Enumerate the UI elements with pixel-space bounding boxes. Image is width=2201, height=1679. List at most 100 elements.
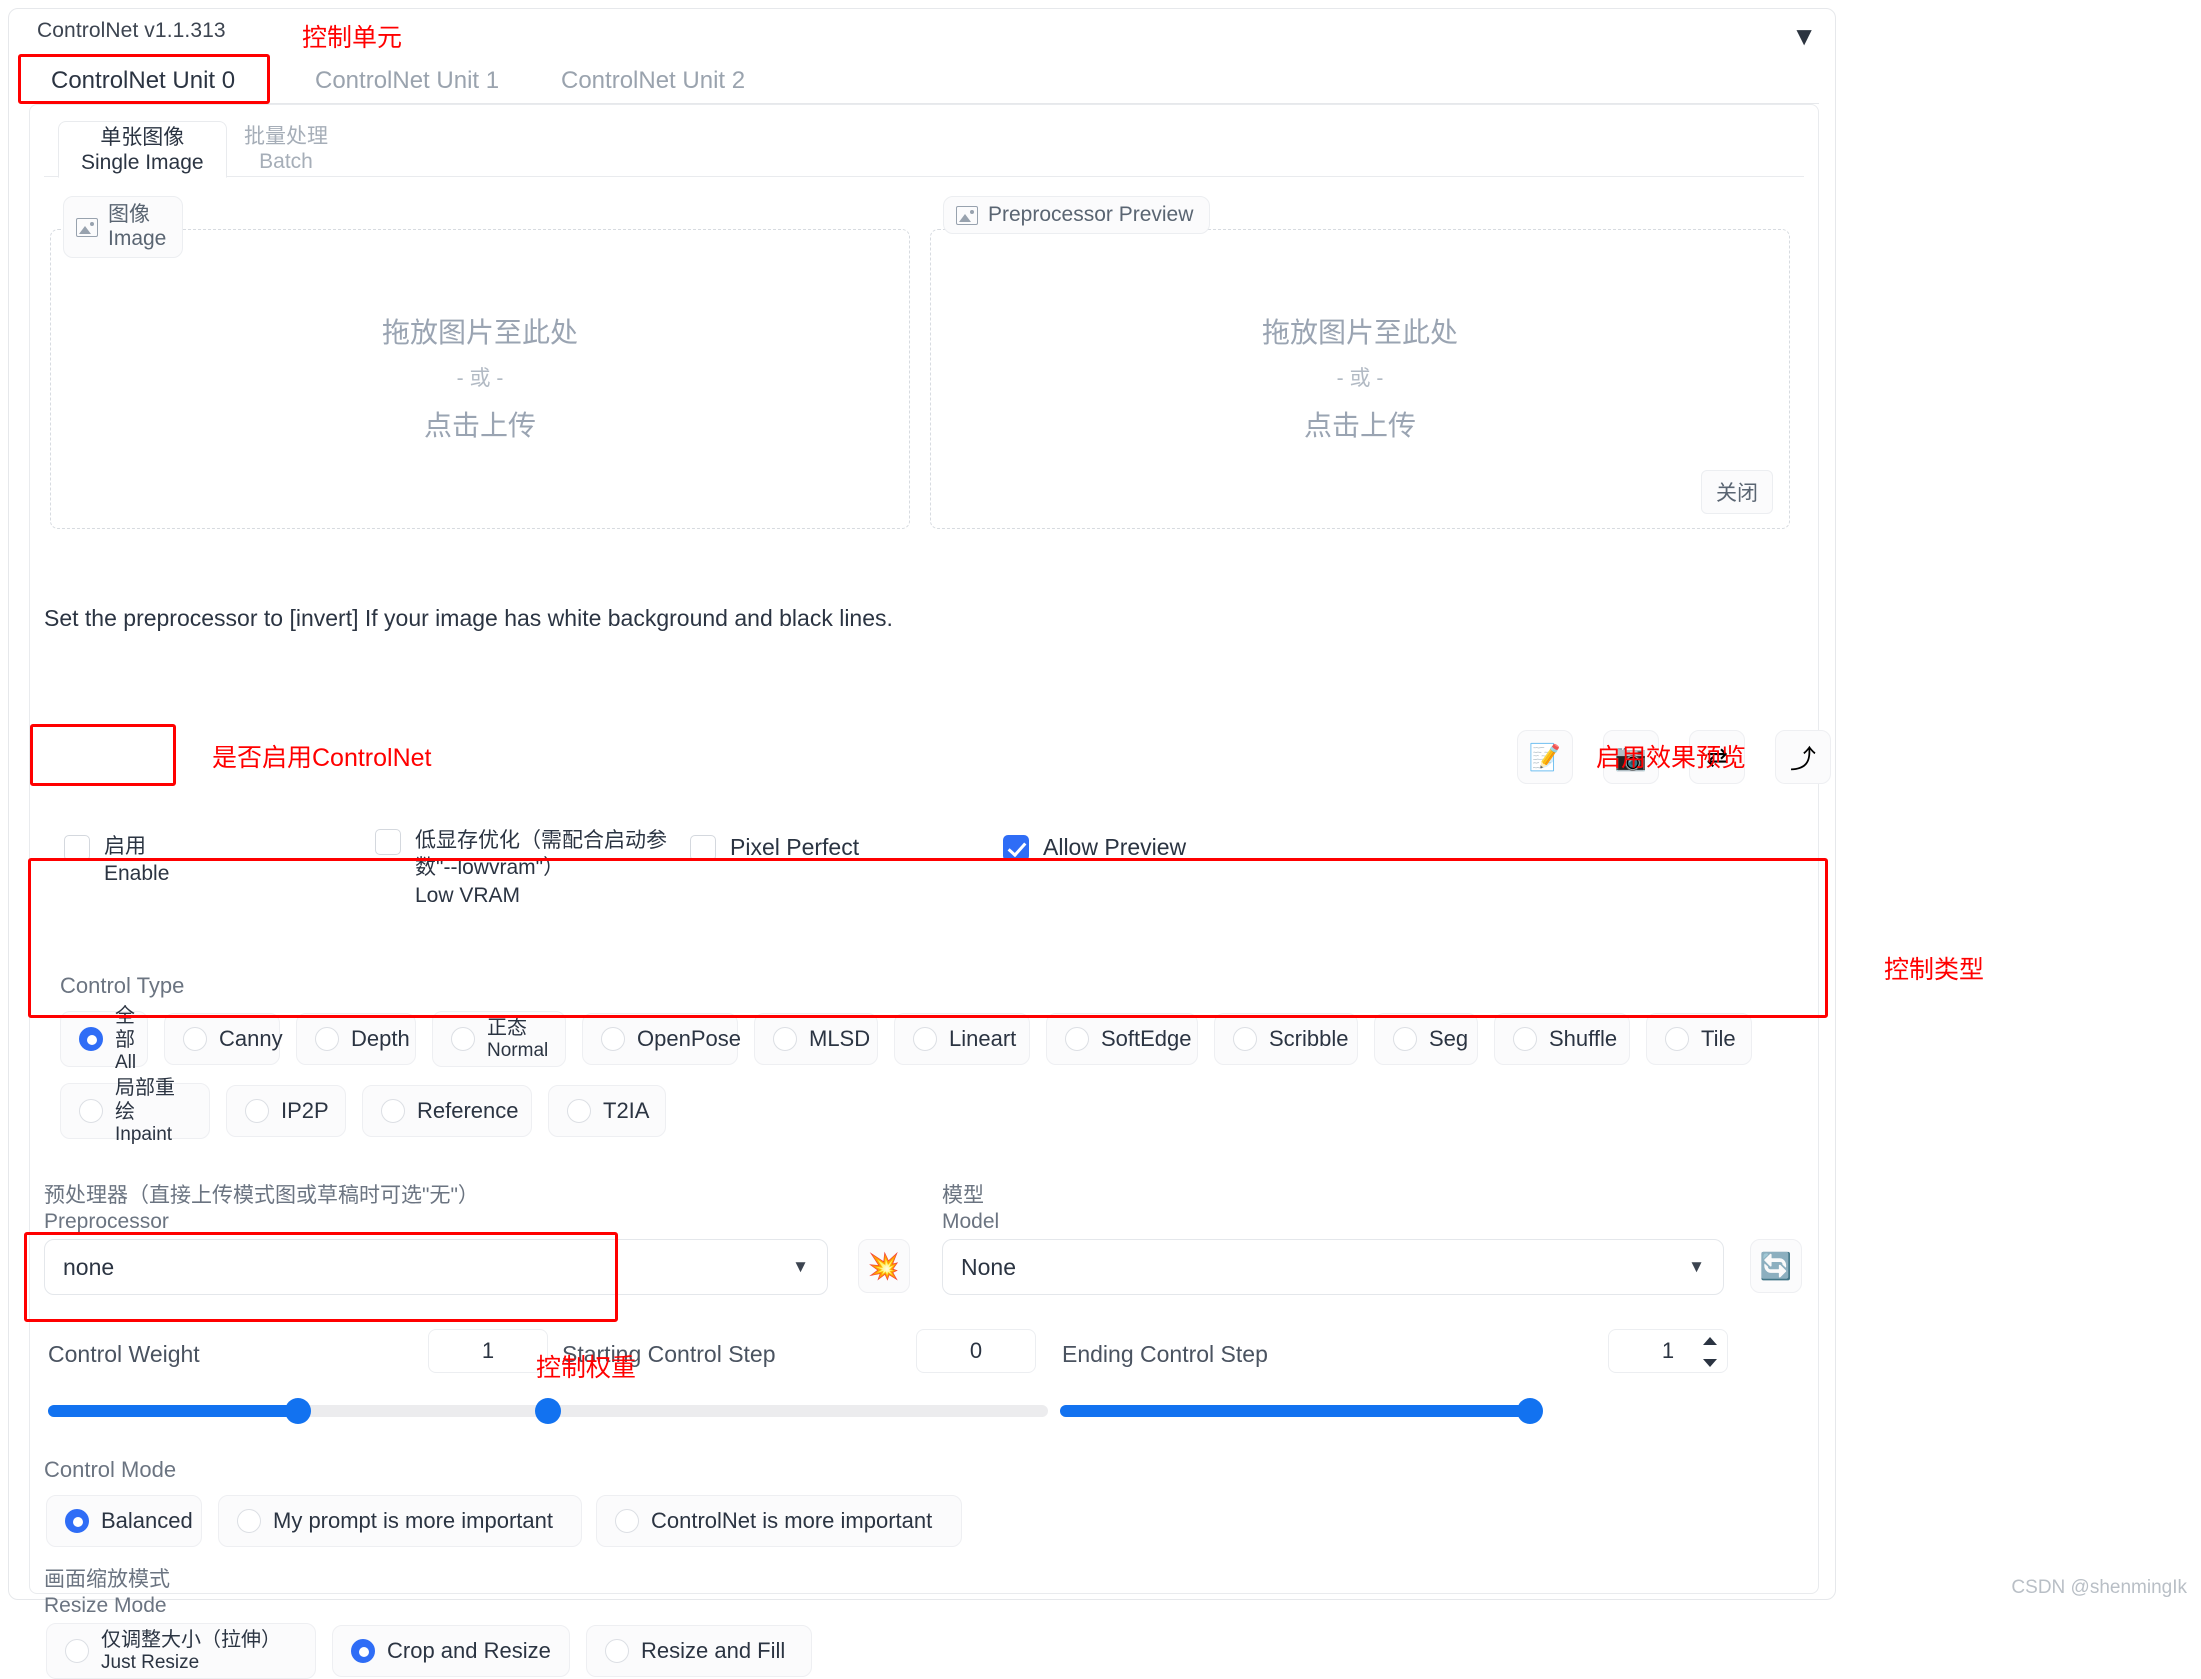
control-mode-controlnet-important[interactable]: ControlNet is more important (596, 1495, 962, 1547)
watermark-text: CSDN @shenmingIk (2011, 1577, 2187, 1598)
tab-single-image[interactable]: 单张图像 Single Image (58, 121, 227, 178)
control-mode-prompt-important[interactable]: My prompt is more important (218, 1495, 582, 1547)
pixel-perfect-label: Pixel Perfect (730, 834, 860, 860)
control-type-normal-label-en: Normal (487, 1039, 549, 1061)
control-type-all-radio[interactable] (79, 1027, 103, 1051)
control-type-t2ia[interactable]: T2IA (548, 1085, 666, 1137)
control-mode-balanced-radio[interactable] (65, 1509, 89, 1533)
control-type-tile-radio[interactable] (1665, 1027, 1689, 1051)
control-type-normal-radio[interactable] (451, 1027, 475, 1051)
control-type-reference[interactable]: Reference (362, 1085, 532, 1137)
control-type-shuffle-radio[interactable] (1513, 1027, 1537, 1051)
image-dropzone[interactable]: 图像 Image 拖放图片至此处 - 或 - 点击上传 (50, 196, 910, 529)
preprocessor-value: none (63, 1253, 115, 1280)
resize-mode-just-resize[interactable]: 仅调整大小（拉伸） Just Resize (46, 1623, 316, 1679)
control-type-depth-radio[interactable] (315, 1027, 339, 1051)
control-type-ip2p-radio[interactable] (245, 1099, 269, 1123)
tab-controlnet-unit-0[interactable]: ControlNet Unit 0 (37, 57, 249, 104)
preprocessor-select[interactable]: none ▼ (44, 1239, 828, 1295)
control-type-openpose-radio[interactable] (601, 1027, 625, 1051)
low-vram-label-en: Low VRAM (415, 883, 521, 907)
stepper-down-icon[interactable] (1703, 1359, 1717, 1367)
control-type-depth-label: Depth (351, 1025, 410, 1051)
control-type-mlsd-radio[interactable] (773, 1027, 797, 1051)
control-type-normal[interactable]: 正态 Normal (432, 1011, 566, 1067)
starting-step-slider[interactable] (535, 1398, 1048, 1424)
control-type-seg-radio[interactable] (1393, 1027, 1417, 1051)
preview-drop-line3[interactable]: 点击上传 (931, 399, 1789, 452)
refresh-models-button[interactable]: 🔄 (1750, 1239, 1802, 1293)
low-vram-checkbox-box[interactable] (375, 829, 401, 855)
tab-controlnet-unit-1[interactable]: ControlNet Unit 1 (301, 57, 513, 104)
resize-mode-crop-and-resize[interactable]: Crop and Resize (332, 1625, 570, 1677)
control-type-lineart[interactable]: Lineart (894, 1013, 1030, 1065)
enable-checkbox-box[interactable] (64, 835, 90, 861)
control-type-inpaint-radio[interactable] (79, 1099, 103, 1123)
resize-mode-resize-and-fill[interactable]: Resize and Fill (586, 1625, 812, 1677)
enable-checkbox[interactable]: 启用 Enable (64, 833, 169, 888)
control-weight-slider-knob[interactable] (285, 1398, 311, 1424)
tab-batch[interactable]: 批量处理 Batch (222, 121, 350, 178)
stepper-up-icon[interactable] (1703, 1337, 1717, 1345)
annotation-preview: 启用效果预览 (1596, 744, 1747, 772)
ending-step-slider[interactable] (1060, 1398, 1543, 1424)
ending-step-stepper[interactable] (1703, 1337, 1719, 1367)
resize-mode-crop-and-resize-label: Crop and Resize (387, 1637, 551, 1663)
pixel-perfect-checkbox-box[interactable] (690, 835, 716, 861)
control-weight-value[interactable]: 1 (428, 1329, 548, 1373)
control-type-canny[interactable]: Canny (164, 1013, 283, 1065)
control-weight-slider[interactable] (48, 1398, 548, 1424)
preprocessor-preview-dropzone[interactable]: Preprocessor Preview 拖放图片至此处 - 或 - 点击上传 … (930, 196, 1790, 529)
control-type-scribble[interactable]: Scribble (1214, 1013, 1358, 1065)
control-type-ip2p[interactable]: IP2P (226, 1085, 346, 1137)
control-type-tile[interactable]: Tile (1646, 1013, 1752, 1065)
resize-mode-just-resize-radio[interactable] (65, 1639, 89, 1663)
allow-preview-checkbox-box[interactable] (1003, 835, 1029, 861)
ending-step-slider-fill (1060, 1405, 1530, 1417)
undo-icon[interactable]: ⤴ (1775, 730, 1831, 784)
control-type-t2ia-radio[interactable] (567, 1099, 591, 1123)
pixel-perfect-checkbox[interactable]: Pixel Perfect (690, 833, 859, 863)
preview-dropzone-text: 拖放图片至此处 - 或 - 点击上传 (931, 306, 1789, 452)
ending-step-value[interactable]: 1 (1608, 1329, 1728, 1373)
resize-mode-crop-and-resize-radio[interactable] (351, 1639, 375, 1663)
control-type-shuffle[interactable]: Shuffle (1494, 1013, 1630, 1065)
enable-label-en: Enable (104, 862, 170, 886)
control-type-seg[interactable]: Seg (1374, 1013, 1478, 1065)
control-mode-balanced[interactable]: Balanced (46, 1495, 202, 1547)
resize-mode-resize-and-fill-radio[interactable] (605, 1639, 629, 1663)
control-type-scribble-radio[interactable] (1233, 1027, 1257, 1051)
close-preview-button[interactable]: 关闭 (1701, 470, 1773, 514)
ending-step-slider-knob[interactable] (1517, 1398, 1543, 1424)
control-type-openpose[interactable]: OpenPose (582, 1013, 741, 1065)
control-type-depth[interactable]: Depth (296, 1013, 416, 1065)
model-select[interactable]: None ▼ (942, 1239, 1724, 1295)
control-mode-controlnet-important-radio[interactable] (615, 1509, 639, 1533)
control-type-shuffle-label: Shuffle (1549, 1025, 1618, 1051)
run-preprocessor-button[interactable]: 💥 (858, 1239, 910, 1293)
control-type-softedge-radio[interactable] (1065, 1027, 1089, 1051)
control-type-canny-radio[interactable] (183, 1027, 207, 1051)
control-type-lineart-radio[interactable] (913, 1027, 937, 1051)
control-type-mlsd[interactable]: MLSD (754, 1013, 878, 1065)
collapse-caret-icon[interactable]: ▼ (1791, 23, 1817, 49)
image-drop-line3[interactable]: 点击上传 (51, 399, 909, 452)
control-type-reference-radio[interactable] (381, 1099, 405, 1123)
starting-step-value[interactable]: 0 (916, 1329, 1036, 1373)
control-type-softedge[interactable]: SoftEdge (1046, 1013, 1198, 1065)
tab-controlnet-unit-2[interactable]: ControlNet Unit 2 (547, 57, 759, 104)
unit-content-panel: 单张图像 Single Image 批量处理 Batch 图像 Image 拖放… (29, 104, 1831, 1679)
control-mode-prompt-important-radio[interactable] (237, 1509, 261, 1533)
image-chip-label-en: Image (108, 227, 167, 251)
starting-step-slider-knob[interactable] (535, 1398, 561, 1424)
annotation-enable: 是否启用ControlNet (212, 744, 432, 772)
model-label-en: Model (942, 1210, 1000, 1234)
edit-icon[interactable]: 📝 (1517, 730, 1573, 784)
control-type-inpaint[interactable]: 局部重绘 Inpaint (60, 1077, 210, 1145)
low-vram-checkbox[interactable]: 低显存优化（需配合启动参数"--lowvram"） Low VRAM (375, 827, 675, 909)
image-dropzone-text: 拖放图片至此处 - 或 - 点击上传 (51, 306, 909, 452)
control-weight-slider-fill (48, 1405, 298, 1417)
allow-preview-checkbox[interactable]: Allow Preview (1003, 833, 1186, 863)
control-type-all[interactable]: 全部 All (60, 1005, 148, 1073)
control-type-ip2p-label: IP2P (281, 1097, 329, 1123)
